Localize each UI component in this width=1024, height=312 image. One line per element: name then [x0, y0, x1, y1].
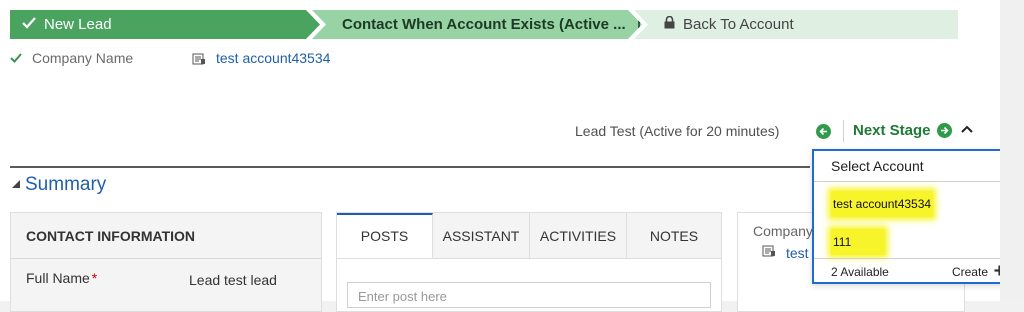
- lead-form-page: New Lead Contact When Account Exists (Ac…: [0, 0, 1020, 312]
- stage-label: New Lead: [44, 16, 112, 33]
- account-record-icon: [762, 244, 776, 262]
- company-label: Company: [753, 223, 813, 239]
- stage-label: Back To Account: [683, 16, 794, 33]
- tab-assistant[interactable]: ASSISTANT: [433, 213, 530, 258]
- next-stage-label: Next Stage: [853, 122, 931, 139]
- vertical-scrollbar[interactable]: [1000, 0, 1024, 301]
- arrow-left-icon: [816, 124, 831, 139]
- account-option[interactable]: test account43534: [831, 191, 934, 217]
- stage-back-to-account[interactable]: Back To Account: [634, 10, 958, 39]
- flyout-footer: 2 Available Create: [814, 258, 1018, 284]
- next-stage-button[interactable]: Next Stage: [853, 122, 952, 139]
- step-value-link[interactable]: test account43534: [216, 50, 330, 66]
- collapse-process-button[interactable]: [961, 120, 973, 136]
- stage-step-company-name: Company Name test account43534: [10, 49, 330, 67]
- company-link[interactable]: test: [786, 245, 809, 261]
- tab-posts[interactable]: POSTS: [337, 213, 433, 258]
- record-status-text: Lead Test (Active for 20 minutes): [575, 123, 780, 139]
- required-mark: *: [91, 270, 98, 286]
- full-name-label-text: Full Name: [26, 270, 90, 286]
- collapse-triangle-icon: [12, 179, 20, 191]
- contact-information-panel: CONTACT INFORMATION Full Name * Lead test…: [10, 212, 322, 312]
- account-option-label: 111: [831, 229, 886, 255]
- full-name-label: Full Name *: [26, 270, 97, 286]
- stage-label: Contact When Account Exists (Active ...: [342, 16, 626, 33]
- full-name-field[interactable]: Lead test lead: [189, 272, 277, 288]
- create-label: Create: [951, 264, 988, 279]
- tab-activities[interactable]: ACTIVITIES: [530, 213, 627, 258]
- previous-stage-button[interactable]: [816, 123, 831, 141]
- account-option-label: test account43534: [831, 191, 934, 217]
- lock-icon: [664, 15, 675, 33]
- available-count: 2 Available: [831, 264, 889, 279]
- check-icon: [22, 16, 36, 33]
- nav-divider: [843, 120, 844, 142]
- stage-new-lead[interactable]: New Lead: [10, 10, 320, 39]
- section-divider: [10, 166, 810, 168]
- company-row: test: [762, 244, 809, 262]
- process-bar: New Lead Contact When Account Exists (Ac…: [0, 10, 1000, 39]
- summary-title: Summary: [25, 174, 107, 195]
- post-input[interactable]: Enter post here: [347, 282, 711, 308]
- arrow-right-icon: [936, 123, 952, 138]
- account-option[interactable]: 111: [831, 229, 886, 255]
- create-account-button[interactable]: Create: [952, 263, 1005, 280]
- tab-notes[interactable]: NOTES: [627, 213, 721, 258]
- summary-section-header[interactable]: Summary: [12, 174, 106, 196]
- step-label: Company Name: [32, 50, 134, 66]
- step-complete-check-icon: [10, 50, 32, 66]
- flyout-title: Select Account: [814, 151, 1018, 182]
- account-record-icon: [192, 52, 206, 65]
- social-pane: POSTS ASSISTANT ACTIVITIES NOTES Enter p…: [336, 212, 722, 312]
- select-account-flyout: Select Account test account43534 111 2 A…: [812, 149, 1020, 284]
- stage-contact-when-account-exists[interactable]: Contact When Account Exists (Active ...: [312, 10, 642, 39]
- social-pane-tabs: POSTS ASSISTANT ACTIVITIES NOTES: [337, 213, 721, 259]
- contact-information-header: CONTACT INFORMATION: [11, 213, 321, 259]
- chevron-up-icon: [961, 120, 973, 136]
